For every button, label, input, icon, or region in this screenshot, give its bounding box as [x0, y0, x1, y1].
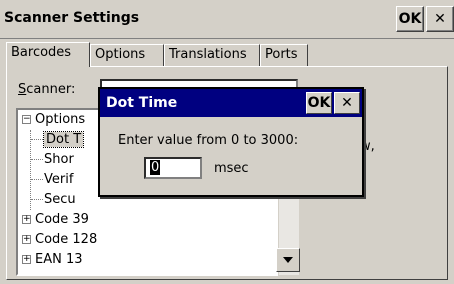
expand-icon[interactable]: +	[22, 255, 31, 264]
tab-options[interactable]: Options	[90, 44, 164, 66]
expand-icon[interactable]: +	[22, 215, 31, 224]
expand-icon[interactable]: +	[22, 235, 31, 244]
tree-item-verify[interactable]: Verif	[31, 170, 73, 190]
tab-barcodes[interactable]: Barcodes	[6, 42, 90, 67]
dialog-titlebar: Dot Time OK ✕	[100, 89, 362, 117]
tree-item-options[interactable]: − Options	[22, 110, 85, 130]
tab-ports[interactable]: Ports	[260, 44, 308, 66]
tree-item-label: Dot T	[42, 131, 85, 148]
dialog-close-button[interactable]: ✕	[334, 92, 360, 114]
close-icon: ✕	[434, 11, 446, 27]
window-title: Scanner Settings	[4, 10, 140, 26]
dot-time-dialog: Dot Time OK ✕ Enter value from 0 to 3000…	[98, 87, 364, 197]
tree-item-short[interactable]: Shor	[31, 150, 74, 170]
scroll-down-button[interactable]	[276, 248, 300, 272]
scanner-label: Scanner:	[18, 82, 76, 97]
tree-item-label: Verif	[44, 172, 74, 187]
collapse-icon[interactable]: −	[22, 115, 31, 124]
dialog-title: Dot Time	[106, 95, 178, 111]
tree-item-label: Options	[35, 112, 86, 127]
tree-item-ean-13[interactable]: + EAN 13	[22, 250, 83, 270]
tree-item-label: EAN 13	[35, 252, 83, 267]
tree-item-code-39[interactable]: + Code 39	[22, 210, 89, 230]
tree-item-dot-time[interactable]: Dot T	[31, 130, 85, 150]
dialog-ok-button[interactable]: OK	[306, 92, 332, 114]
tree-item-label: Secu	[44, 192, 76, 207]
tree-item-security[interactable]: Secu	[31, 190, 76, 210]
unit-label: msec	[214, 161, 249, 176]
dialog-prompt: Enter value from 0 to 3000:	[118, 133, 299, 148]
tree-item-label: Code 128	[35, 232, 98, 247]
tree-item-code-128[interactable]: + Code 128	[22, 230, 97, 250]
ok-button[interactable]: OK	[396, 6, 424, 32]
tab-translations[interactable]: Translations	[164, 44, 260, 66]
tree-item-label: Code 39	[35, 212, 89, 227]
tree-item-label: Shor	[44, 152, 74, 167]
close-icon: ✕	[341, 95, 353, 111]
chevron-down-icon	[283, 257, 293, 263]
close-button[interactable]: ✕	[426, 6, 454, 32]
window-titlebar: Scanner Settings OK ✕	[0, 0, 454, 39]
dot-time-input[interactable]: 0	[144, 157, 202, 179]
